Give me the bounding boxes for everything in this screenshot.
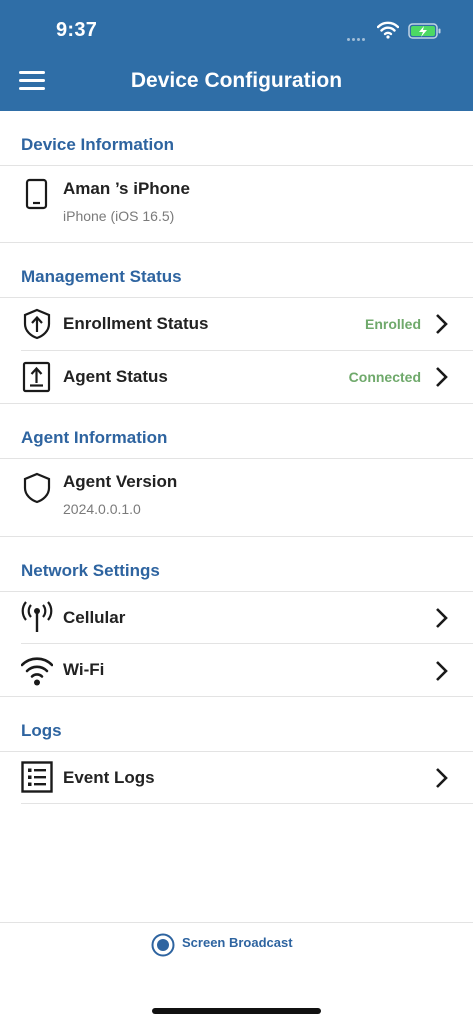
agent-version-row: Agent Version 2024.0.0.1.0: [0, 459, 473, 535]
status-time: 9:37: [56, 19, 98, 41]
divider: [0, 536, 473, 537]
enrollment-status-label: Enrollment Status: [63, 314, 209, 333]
section-title-device-information: Device Information: [21, 135, 175, 154]
shield-icon: [23, 472, 51, 504]
agent-status-row[interactable]: Agent Status Connected: [0, 351, 473, 403]
page-title: Device Configuration: [130, 69, 343, 92]
section-title-network-settings: Network Settings: [21, 561, 160, 580]
antenna-icon: [21, 601, 53, 632]
agent-status-label: Agent Status: [63, 367, 168, 386]
wifi-icon: [21, 657, 53, 686]
battery-charging-icon: [408, 23, 441, 39]
cellular-row[interactable]: Cellular: [0, 592, 473, 643]
list-icon: [21, 761, 53, 793]
wifi-row[interactable]: Wi-Fi: [0, 644, 473, 696]
divider: [0, 242, 473, 243]
divider: [21, 803, 473, 804]
section-title-logs: Logs: [21, 721, 62, 740]
signal-dots-icon: [347, 26, 369, 41]
record-icon: [151, 933, 175, 957]
section-title-agent-information: Agent Information: [21, 428, 168, 447]
event-logs-label: Event Logs: [63, 768, 155, 787]
phone-icon: [25, 178, 48, 210]
device-info-row: Aman ’s iPhone iPhone (iOS 16.5): [0, 166, 473, 242]
shield-arrow-icon: [23, 308, 51, 340]
screen-broadcast-label: Screen Broadcast: [182, 935, 293, 950]
event-logs-row[interactable]: Event Logs: [0, 752, 473, 803]
enrollment-status-row[interactable]: Enrollment Status Enrolled: [0, 298, 473, 350]
chevron-right-icon: [436, 661, 448, 681]
device-model: iPhone (iOS 16.5): [63, 208, 175, 224]
divider: [0, 696, 473, 697]
agent-version-value: 2024.0.0.1.0: [63, 501, 141, 517]
divider: [0, 403, 473, 404]
cellular-label: Cellular: [63, 608, 126, 627]
home-indicator[interactable]: [152, 1008, 321, 1014]
chevron-right-icon: [436, 314, 448, 334]
wifi-status-icon: [377, 21, 399, 39]
device-name: Aman ’s iPhone: [63, 179, 190, 198]
chevron-right-icon: [436, 608, 448, 628]
enrollment-status-value: Enrolled: [364, 316, 421, 332]
app-header: 9:37 Device Configuration: [0, 0, 473, 111]
agent-version-label: Agent Version: [63, 472, 178, 491]
agent-status-value: Connected: [348, 369, 421, 385]
chevron-right-icon: [436, 367, 448, 387]
chevron-right-icon: [436, 768, 448, 788]
section-title-management-status: Management Status: [21, 267, 182, 286]
upload-box-icon: [22, 361, 51, 393]
footer-divider: [0, 922, 473, 923]
wifi-label: Wi-Fi: [63, 660, 105, 679]
